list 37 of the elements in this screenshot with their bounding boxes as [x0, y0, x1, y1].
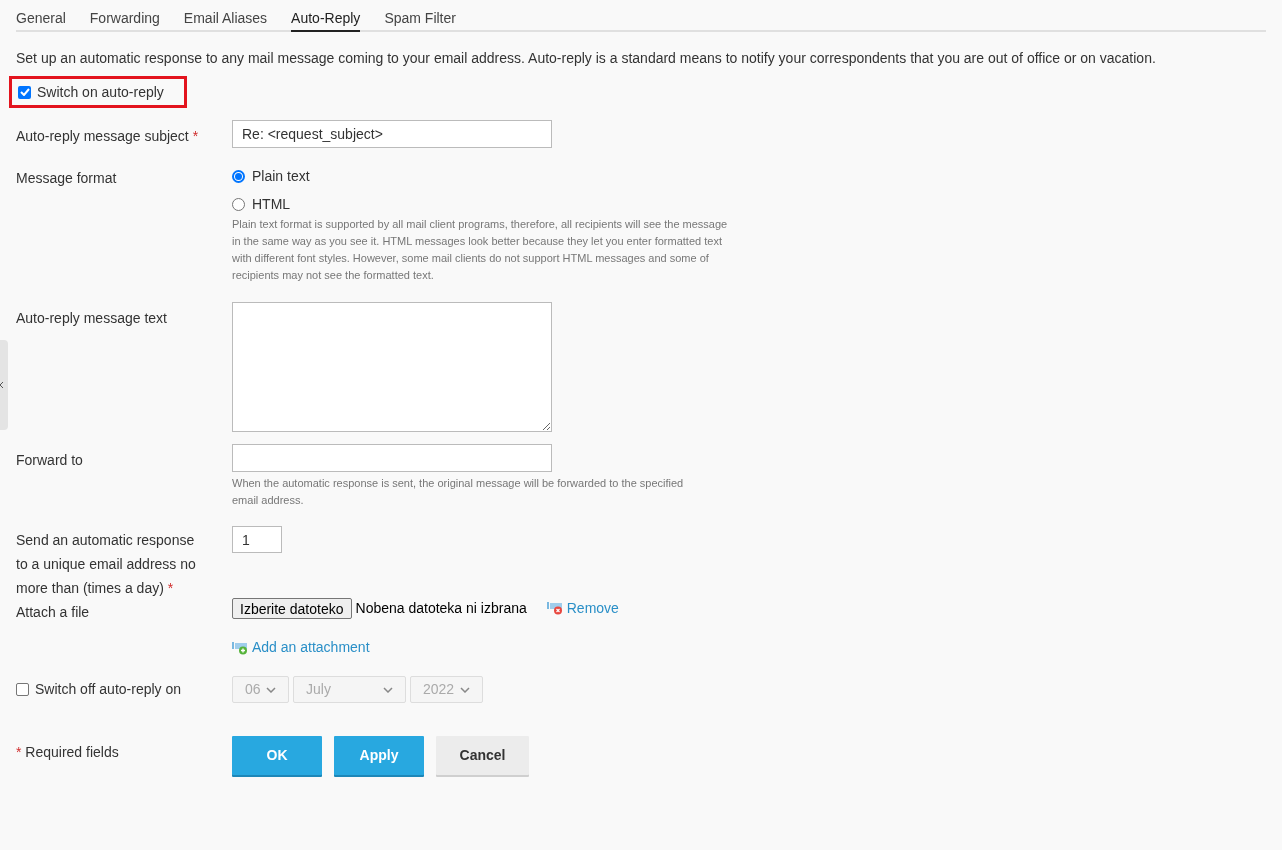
chevron-down-icon: [266, 686, 276, 693]
field-label: Attach a file: [16, 604, 90, 620]
field-label: Message format: [16, 170, 117, 186]
checkbox-label: Switch on auto-reply: [37, 82, 164, 102]
description-text: Set up an automatic response to any mail message coming to your email address. Auto-reply is a standard means to notify your correspondents that you are out of office or on vacation.: [16, 49, 1157, 68]
tab[interactable]: Spam Filter: [384, 0, 456, 32]
hint-text: When the automatic response is sent, the original message will be forwarded to the specified email address.: [232, 476, 685, 508]
checkbox-label: Switch off auto-reply on: [35, 680, 182, 699]
attachment-add-icon: [232, 640, 248, 655]
field-label: Auto-reply message subject *: [16, 128, 199, 144]
field-label: Forward to: [16, 452, 83, 468]
field-label: Send an automatic response to a unique email address no more than (times a day) *: [16, 532, 196, 596]
tab[interactable]: Forwarding: [89, 0, 160, 32]
tab[interactable]: Auto-Reply: [291, 0, 361, 32]
frequency-field[interactable]: 1: [232, 526, 282, 553]
tab[interactable]: General: [16, 0, 66, 32]
tab[interactable]: Email Aliases: [183, 0, 268, 32]
cancel-button[interactable]: Cancel: [436, 736, 529, 775]
checkbox[interactable]: [18, 85, 31, 99]
sidebar-handle[interactable]: [0, 340, 8, 430]
radio-label: Plain text: [252, 166, 310, 186]
chevron-left-icon: [0, 382, 3, 388]
forward-to-field[interactable]: [232, 444, 552, 472]
checkbox[interactable]: [16, 683, 29, 696]
radio-button[interactable]: [232, 169, 245, 183]
subject-field[interactable]: Re: <request_subject>: [232, 120, 552, 148]
chevron-down-icon: [460, 686, 470, 693]
add-attachment-link[interactable]: Add an attachment: [232, 637, 619, 658]
field-label: Auto-reply message text: [16, 310, 167, 326]
required-note: * Required fields: [16, 744, 119, 760]
chevron-down-icon: [383, 686, 393, 693]
radio-button[interactable]: [232, 197, 245, 211]
attachment-remove-icon: [546, 601, 563, 615]
file-status-text: Nobena datoteka ni izbrana: [355, 598, 527, 618]
radio-label: HTML: [252, 194, 291, 214]
hint-text: Plain text format is supported by all mail client programs, therefore, all recipients will see the message in the same way as you see it. HTML messages look better because they let you enter formatted text with different font styles. However, some mail clients do not support HTML messages and some of recipients may not see the formatted text.: [232, 217, 729, 283]
choose-file-button[interactable]: Izberite datoteko: [232, 597, 352, 619]
